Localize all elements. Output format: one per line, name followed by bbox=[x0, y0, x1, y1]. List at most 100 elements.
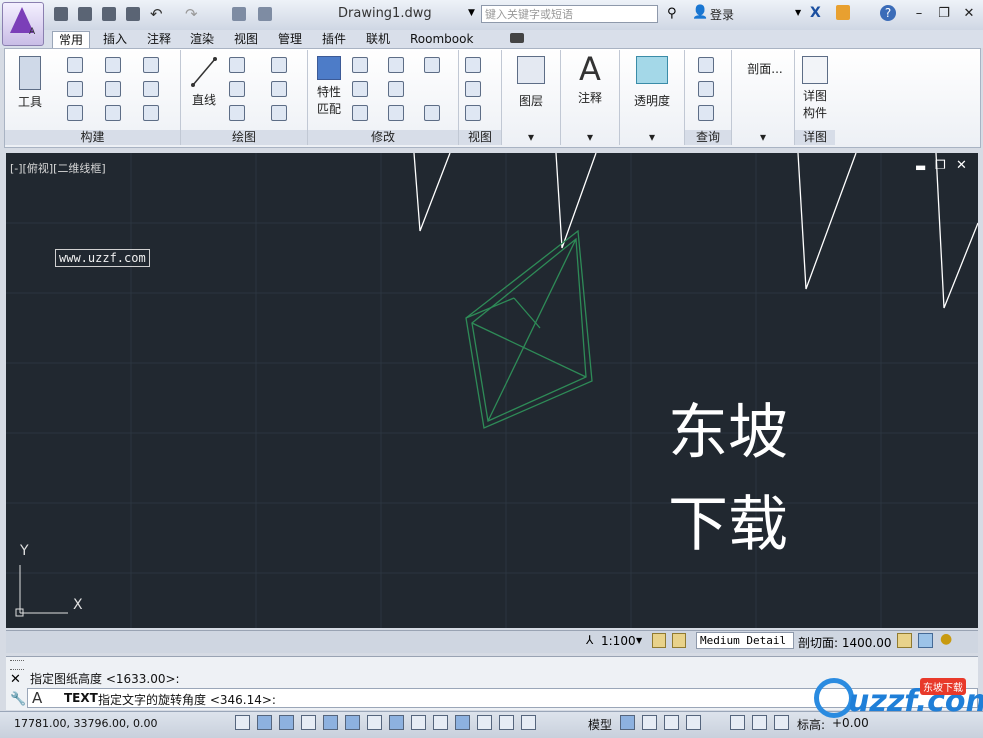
tool-button[interactable]: 工具 bbox=[13, 56, 47, 110]
transparency-button[interactable]: 透明度 bbox=[624, 56, 680, 109]
tab-manage[interactable]: 管理 bbox=[272, 31, 308, 48]
annotate-dropdown[interactable]: ▾ bbox=[561, 130, 619, 145]
panel-modify-title[interactable]: 修改 bbox=[308, 130, 458, 145]
tab-insert[interactable]: 插入 bbox=[97, 31, 133, 48]
tab-annotate[interactable]: 注释 bbox=[141, 31, 177, 48]
measure-icon[interactable] bbox=[698, 57, 714, 73]
dynamic-ucs-icon[interactable] bbox=[411, 715, 426, 730]
layer-key-icon[interactable] bbox=[918, 633, 933, 648]
annotation-visibility-icon[interactable] bbox=[652, 633, 666, 648]
polyline-icon[interactable] bbox=[229, 57, 245, 73]
circle-icon[interactable] bbox=[229, 81, 245, 97]
match-properties-button[interactable]: 特性 匹配 bbox=[312, 56, 346, 117]
layers-dropdown[interactable]: ▾ bbox=[502, 130, 560, 145]
open-file-icon[interactable] bbox=[78, 7, 92, 21]
auto-scale-icon[interactable] bbox=[672, 633, 686, 648]
roof-icon[interactable] bbox=[105, 57, 121, 73]
transparency-toggle-icon[interactable] bbox=[477, 715, 492, 730]
lock-icon[interactable] bbox=[752, 715, 767, 730]
door-icon[interactable] bbox=[67, 81, 83, 97]
login-dropdown-icon[interactable]: ▼ bbox=[795, 8, 801, 17]
tab-roombook[interactable]: Roombook bbox=[404, 31, 479, 48]
curtain-wall-icon[interactable] bbox=[105, 105, 121, 121]
detail-component-button[interactable]: 详图 构件 bbox=[797, 56, 833, 121]
stay-connected-icon[interactable] bbox=[836, 5, 850, 20]
line-button[interactable]: 直线 bbox=[187, 56, 221, 108]
tab-online[interactable]: 联机 bbox=[360, 31, 396, 48]
zoom-icon[interactable] bbox=[465, 105, 481, 121]
text-entry-box[interactable]: www.uzzf.com bbox=[55, 249, 150, 267]
tab-view[interactable]: 视图 bbox=[228, 31, 264, 48]
viewport-restore-icon[interactable]: ❐ bbox=[935, 158, 946, 172]
coordinate-readout[interactable]: 17781.00, 33796.00, 0.00 bbox=[14, 717, 157, 730]
wall-icon[interactable] bbox=[67, 57, 83, 73]
login-link[interactable]: 登录 bbox=[710, 6, 734, 23]
save-icon[interactable] bbox=[102, 7, 116, 21]
tab-render[interactable]: 渲染 bbox=[184, 31, 220, 48]
panel-build-title[interactable]: 构建 bbox=[5, 130, 180, 145]
rectangle-icon[interactable] bbox=[229, 105, 245, 121]
command-grip-icon[interactable] bbox=[10, 660, 24, 670]
tab-plugins[interactable]: 插件 bbox=[316, 31, 352, 48]
scale-icon[interactable] bbox=[388, 81, 404, 97]
undo-icon[interactable]: ↶ bbox=[150, 5, 163, 23]
close-icon[interactable]: ✕ bbox=[960, 6, 978, 22]
drawing-viewport[interactable] bbox=[6, 153, 978, 628]
snap-mode-icon[interactable] bbox=[257, 715, 272, 730]
stair-icon[interactable] bbox=[105, 81, 121, 97]
panel-draw-title[interactable]: 绘图 bbox=[181, 130, 307, 145]
help-button[interactable]: ? bbox=[880, 5, 896, 21]
viewport-minimize-icon[interactable]: ▬ bbox=[915, 160, 926, 174]
orbit-icon[interactable] bbox=[465, 81, 481, 97]
move-icon[interactable] bbox=[352, 57, 368, 73]
scale-dropdown[interactable]: 1:100 bbox=[601, 634, 636, 648]
copy-icon[interactable] bbox=[352, 105, 368, 121]
rotate-icon[interactable] bbox=[388, 57, 404, 73]
ortho-mode-icon[interactable] bbox=[301, 715, 316, 730]
model-space-button[interactable]: 模型 bbox=[588, 716, 612, 733]
fillet-icon[interactable] bbox=[424, 57, 440, 73]
search-input[interactable]: 键入关键字或短语 bbox=[481, 5, 658, 23]
point-icon[interactable] bbox=[271, 57, 287, 73]
layers-button[interactable]: 图层 bbox=[512, 56, 550, 109]
redo-icon[interactable]: ↷ bbox=[185, 5, 198, 23]
dynamic-input-icon[interactable] bbox=[433, 715, 448, 730]
application-menu-button[interactable]: A bbox=[2, 2, 44, 46]
model-layout-icon[interactable] bbox=[620, 715, 635, 730]
properties-icon[interactable] bbox=[258, 7, 272, 21]
lineweight-icon[interactable] bbox=[455, 715, 470, 730]
column-icon[interactable] bbox=[143, 81, 159, 97]
polar-tracking-icon[interactable] bbox=[323, 715, 338, 730]
minimize-icon[interactable]: – bbox=[910, 6, 928, 22]
slab-icon[interactable] bbox=[143, 105, 159, 121]
drawing-canvas[interactable] bbox=[6, 153, 978, 628]
grid-icon[interactable] bbox=[143, 57, 159, 73]
transparency-dropdown[interactable]: ▾ bbox=[620, 130, 684, 145]
edit-icon[interactable] bbox=[352, 81, 368, 97]
panel-view-title[interactable]: 视图 bbox=[459, 130, 501, 145]
tab-options-icon[interactable] bbox=[510, 33, 524, 43]
section-button[interactable]: 剖面... bbox=[738, 60, 792, 77]
exchange-icon[interactable]: X bbox=[810, 5, 821, 21]
viewport-close-icon[interactable]: ✕ bbox=[956, 158, 967, 173]
print-icon[interactable] bbox=[126, 7, 140, 21]
new-file-icon[interactable] bbox=[54, 7, 68, 21]
section-dropdown[interactable]: ▾ bbox=[732, 130, 794, 145]
offset-icon[interactable] bbox=[424, 105, 440, 121]
command-customize-icon[interactable]: 🔧 bbox=[10, 692, 26, 707]
command-close-icon[interactable]: ✕ bbox=[10, 672, 21, 687]
workspace-switch-icon[interactable] bbox=[730, 715, 745, 730]
layout1-icon[interactable] bbox=[642, 715, 657, 730]
selection-cycling-icon[interactable] bbox=[521, 715, 536, 730]
infer-constraints-icon[interactable] bbox=[235, 715, 250, 730]
ellipse-icon[interactable] bbox=[271, 81, 287, 97]
detail-level-select[interactable]: Medium Detail bbox=[696, 632, 794, 649]
object-snap-tracking-icon[interactable] bbox=[389, 715, 404, 730]
panel-query-title[interactable]: 查询 bbox=[685, 130, 731, 145]
restore-icon[interactable]: ❐ bbox=[935, 6, 953, 22]
view-cube-icon[interactable] bbox=[465, 57, 481, 73]
workspace-icon[interactable] bbox=[232, 7, 246, 21]
scale-dropdown-arrow-icon[interactable]: ▼ bbox=[636, 636, 642, 645]
viewport-controls-label[interactable]: [-][俯视][二维线框] bbox=[10, 160, 106, 176]
area-icon[interactable] bbox=[698, 81, 714, 97]
